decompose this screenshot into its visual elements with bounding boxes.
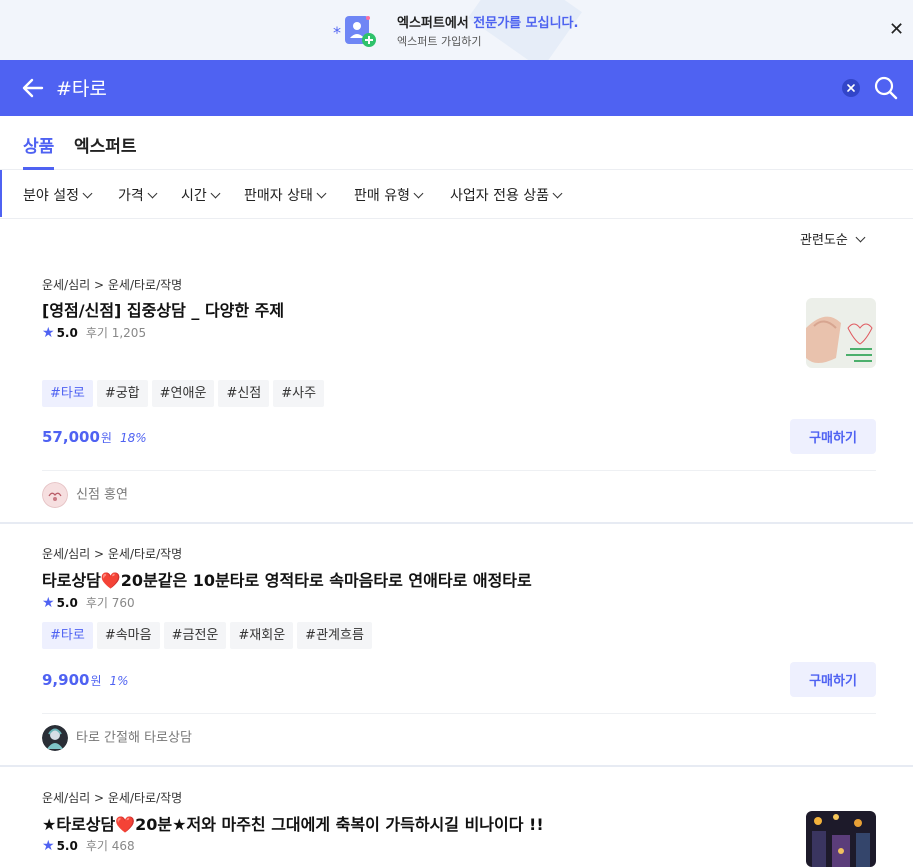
search-input[interactable]: #타로 xyxy=(56,74,107,101)
star-icon: ★ xyxy=(42,838,55,854)
filter-seller-status[interactable]: 판매자 상태 xyxy=(244,185,327,205)
banner-subtitle[interactable]: 엑스퍼트 가입하기 xyxy=(397,33,481,49)
chevron-down-icon xyxy=(210,188,221,199)
seller-info[interactable]: 신점 홍연 xyxy=(42,482,128,508)
product-title[interactable]: 타로상담❤️20분같은 10분타로 영적타로 속마음타로 연애타로 애정타로 xyxy=(42,567,532,591)
price-value: 57,000 xyxy=(42,428,100,446)
filter-label: 시간 xyxy=(181,188,207,204)
tab-products[interactable]: 상품 xyxy=(23,132,55,170)
tag[interactable]: #금전운 xyxy=(163,622,227,649)
chevron-down-icon xyxy=(413,188,424,199)
filter-label: 판매 유형 xyxy=(354,188,410,204)
banner-title: 엑스퍼트에서 전문가를 모십니다. xyxy=(397,16,579,31)
tag[interactable]: #재회운 xyxy=(230,622,294,649)
review-count: 후기 468 xyxy=(85,839,135,853)
product-thumbnail[interactable] xyxy=(806,298,876,368)
breadcrumb: 운세/심리 > 운세/타로/작명 xyxy=(42,791,183,805)
discount-rate: 18% xyxy=(119,431,147,445)
clear-search-icon[interactable] xyxy=(842,79,860,97)
filter-label: 판매자 상태 xyxy=(244,188,313,204)
avatar xyxy=(42,725,68,751)
tag[interactable]: #연애운 xyxy=(151,380,215,407)
tag-list: #타로 #궁합 #연애운 #신점 #사주 xyxy=(42,380,328,407)
tag-list: #타로 #속마음 #금전운 #재회운 #관계흐름 xyxy=(42,622,376,649)
currency: 원 xyxy=(90,674,102,688)
product-thumbnail[interactable] xyxy=(806,811,876,867)
rating: ★ 5.0 후기 468 xyxy=(42,837,135,854)
close-icon[interactable]: ✕ xyxy=(889,21,911,39)
product-title[interactable]: ★타로상담❤️20분★저와 마주친 그대에게 축복이 가득하시길 비나이다 !! xyxy=(42,811,544,835)
card-separator xyxy=(0,522,913,524)
sort-dropdown[interactable]: 관련도순 xyxy=(800,229,866,248)
back-arrow-icon[interactable] xyxy=(20,75,46,101)
filter-label: 분야 설정 xyxy=(23,188,79,204)
seller-info[interactable]: 타로 간절해 타로상담 xyxy=(42,725,192,751)
rating: ★ 5.0 후기 760 xyxy=(42,594,135,611)
buy-button[interactable]: 구매하기 xyxy=(790,662,876,697)
discount-rate: 1% xyxy=(109,674,129,688)
buy-button[interactable]: 구매하기 xyxy=(790,419,876,454)
tag[interactable]: #신점 xyxy=(218,380,270,407)
avatar xyxy=(42,482,68,508)
tag[interactable]: #타로 xyxy=(42,380,93,407)
review-count: 후기 760 xyxy=(85,596,135,610)
seller-name: 타로 간절해 타로상담 xyxy=(76,730,192,746)
tag[interactable]: #타로 xyxy=(42,622,93,649)
filter-business-only[interactable]: 사업자 전용 상품 xyxy=(450,185,563,205)
filter-label: 사업자 전용 상품 xyxy=(450,188,550,204)
expert-recruit-icon: * xyxy=(333,16,376,47)
divider xyxy=(42,470,876,471)
product-title[interactable]: [영점/신점] 집중상담 _ 다양한 주제 xyxy=(42,297,284,321)
chevron-down-icon xyxy=(552,188,563,199)
seller-name: 신점 홍연 xyxy=(76,487,128,503)
chevron-down-icon xyxy=(147,188,158,199)
breadcrumb: 운세/심리 > 운세/타로/작명 xyxy=(42,278,183,292)
result-tabs: 상품 엑스퍼트 xyxy=(0,116,913,170)
chevron-down-icon xyxy=(82,188,93,199)
sort-label: 관련도순 xyxy=(800,233,848,248)
rating-value: 5.0 xyxy=(56,596,78,610)
tag[interactable]: #속마음 xyxy=(96,622,160,649)
rating-value: 5.0 xyxy=(56,326,78,340)
tag[interactable]: #궁합 xyxy=(96,380,148,407)
tag[interactable]: #사주 xyxy=(273,380,325,407)
filter-label: 가격 xyxy=(118,188,144,204)
tab-experts[interactable]: 엑스퍼트 xyxy=(74,132,137,157)
promo-banner[interactable]: * 엑스퍼트에서 전문가를 모십니다. 엑스퍼트 가입하기 ✕ xyxy=(0,0,913,70)
chevron-down-icon xyxy=(316,188,327,199)
left-edge-indicator xyxy=(0,170,2,217)
rating: ★ 5.0 후기 1,205 xyxy=(42,324,146,341)
filter-field[interactable]: 분야 설정 xyxy=(23,185,93,205)
breadcrumb: 운세/심리 > 운세/타로/작명 xyxy=(42,547,183,561)
divider xyxy=(42,713,876,714)
filter-time[interactable]: 시간 xyxy=(181,185,221,205)
filter-price[interactable]: 가격 xyxy=(118,185,158,205)
search-header: #타로 xyxy=(0,60,913,116)
search-icon[interactable] xyxy=(874,76,898,100)
tag[interactable]: #관계흐름 xyxy=(297,622,372,649)
star-icon: ★ xyxy=(42,595,55,611)
star-icon: ★ xyxy=(42,325,55,341)
price: 9,900원 1% xyxy=(42,670,129,689)
svg-text:*: * xyxy=(333,23,341,42)
price-value: 9,900 xyxy=(42,671,90,689)
currency: 원 xyxy=(100,431,112,445)
filter-bar: 분야 설정 가격 시간 판매자 상태 판매 유형 사업자 전용 상품 xyxy=(0,170,913,219)
filter-sale-type[interactable]: 판매 유형 xyxy=(354,185,424,205)
review-count: 후기 1,205 xyxy=(85,326,147,340)
rating-value: 5.0 xyxy=(56,839,78,853)
card-separator xyxy=(0,765,913,767)
chevron-down-icon xyxy=(855,232,866,243)
price: 57,000원 18% xyxy=(42,427,147,446)
